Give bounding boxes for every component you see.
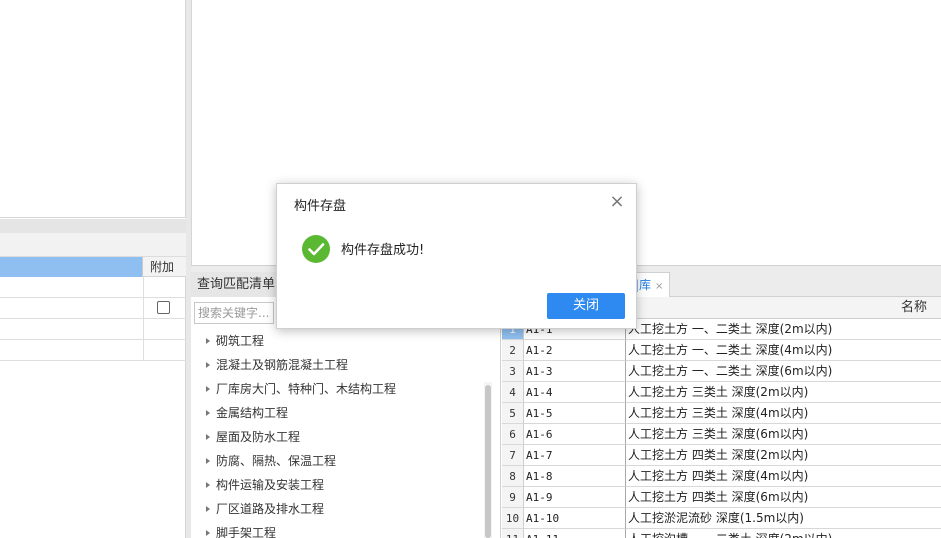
table-row[interactable]: 8 A1-8 人工挖土方 四类土 深度(4m以内) xyxy=(502,466,941,487)
tree-item-label: 防腐、隔热、保温工程 xyxy=(216,454,337,468)
table-row[interactable]: 11A1-11人工挖沟槽 一、二类土 深度(2m以内) xyxy=(502,529,941,538)
caret-right-icon[interactable] xyxy=(206,338,210,344)
left-grid-row[interactable] xyxy=(0,319,186,340)
tree-item[interactable]: 屋面及防水工程 xyxy=(206,427,300,447)
quota-name[interactable]: 人工挖土方 一、二类土 深度(6m以内) xyxy=(626,361,941,382)
tree-scrollbar-thumb[interactable] xyxy=(485,385,491,538)
caret-right-icon[interactable] xyxy=(206,434,210,440)
quota-code[interactable]: A1-6 xyxy=(524,424,626,445)
row-number[interactable]: 7 xyxy=(502,445,524,466)
tree-item-label: 厂区道路及排水工程 xyxy=(216,502,325,516)
quota-name[interactable]: 人工挖淤泥流砂 深度(1.5m以内) xyxy=(626,508,941,529)
dialog-title: 构件存盘 xyxy=(294,199,347,214)
quota-name[interactable]: 人工挖土方 三类土 深度(2m以内) xyxy=(626,382,941,403)
left-grid-row-separator xyxy=(143,277,144,298)
quota-name[interactable]: 人工挖沟槽 一、二类土 深度(2m以内) xyxy=(626,529,941,538)
quota-name[interactable]: 人工挖土方 三类土 深度(4m以内) xyxy=(626,403,941,424)
caret-right-icon[interactable] xyxy=(206,362,210,368)
left-grid-row-separator xyxy=(143,298,144,319)
caret-right-icon[interactable] xyxy=(206,410,210,416)
table-row[interactable]: 10 A1-10 人工挖淤泥流砂 深度(1.5m以内) xyxy=(502,508,941,529)
checkmark-icon xyxy=(308,243,325,256)
quota-code[interactable]: A1-5 xyxy=(524,403,626,424)
table-row[interactable]: 7 A1-7 人工挖土方 四类土 深度(2m以内) xyxy=(502,445,941,466)
tree-item[interactable]: 金属结构工程 xyxy=(206,403,288,423)
table-row[interactable]: 5 A1-5 人工挖土方 三类土 深度(4m以内) xyxy=(502,403,941,424)
caret-right-icon[interactable] xyxy=(206,482,210,488)
close-icon[interactable]: × xyxy=(655,281,663,292)
left-toolbar xyxy=(0,233,186,257)
quota-code[interactable]: A1-9 xyxy=(524,487,626,508)
dialog-message: 构件存盘成功! xyxy=(341,243,425,258)
quota-code[interactable]: A1-10 xyxy=(524,508,626,529)
caret-right-icon[interactable] xyxy=(206,458,210,464)
caret-right-icon[interactable] xyxy=(206,506,210,512)
tree-item[interactable]: 厂区道路及排水工程 xyxy=(206,499,324,519)
caret-right-icon[interactable] xyxy=(206,530,210,536)
tree-item[interactable]: 构件运输及安装工程 xyxy=(206,475,324,495)
row-number[interactable]: 8 xyxy=(502,466,524,487)
quota-code[interactable]: A1-4 xyxy=(524,382,626,403)
save-component-dialog: 构件存盘 × 构件存盘成功! 关闭 xyxy=(276,183,637,329)
tree-item-label: 金属结构工程 xyxy=(216,406,289,420)
quota-code[interactable]: A1-8 xyxy=(524,466,626,487)
row-number[interactable]: 4 xyxy=(502,382,524,403)
left-grid-header-extra: 附加 xyxy=(143,257,186,277)
quota-code[interactable]: A1-3 xyxy=(524,361,626,382)
left-grid: 附加 xyxy=(0,257,186,538)
quota-name[interactable]: 人工挖土方 一、二类土 深度(2m以内) xyxy=(626,319,941,340)
row-number[interactable]: 2 xyxy=(502,340,524,361)
row-number[interactable]: 10 xyxy=(502,508,524,529)
query-panel: 搜索关键字... 砌筑工程 混凝土及钢筋混凝土工程 厂库房大门、特种门、木结构工… xyxy=(191,297,501,538)
quota-name[interactable]: 人工挖土方 一、二类土 深度(4m以内) xyxy=(626,340,941,361)
row-number[interactable]: 5 xyxy=(502,403,524,424)
left-top-panel xyxy=(0,0,186,218)
tree-item[interactable]: 砌筑工程 xyxy=(206,331,264,351)
quota-name[interactable]: 人工挖土方 四类土 深度(2m以内) xyxy=(626,445,941,466)
quota-code[interactable]: A1-11 xyxy=(524,529,626,538)
tree-item[interactable]: 脚手架工程 xyxy=(206,523,276,538)
left-panel-gap xyxy=(0,219,186,233)
quota-name[interactable]: 人工挖土方 四类土 深度(4m以内) xyxy=(626,466,941,487)
left-grid-row[interactable] xyxy=(0,277,186,298)
left-grid-header-selected-cell[interactable] xyxy=(0,257,143,277)
left-grid-row-separator xyxy=(143,319,144,340)
tree-item-label: 屋面及防水工程 xyxy=(216,430,301,444)
close-button[interactable]: 关闭 xyxy=(547,293,625,319)
left-grid-row[interactable] xyxy=(0,340,186,361)
quota-name[interactable]: 人工挖土方 三类土 深度(6m以内) xyxy=(626,424,941,445)
quota-code[interactable]: A1-7 xyxy=(524,445,626,466)
tree-item-label: 砌筑工程 xyxy=(216,334,265,348)
close-icon[interactable]: × xyxy=(607,193,627,213)
row-number[interactable]: 9 xyxy=(502,487,524,508)
tree-item-label: 构件运输及安装工程 xyxy=(216,478,325,492)
tree-item[interactable]: 防腐、隔热、保温工程 xyxy=(206,451,336,471)
extra-checkbox[interactable] xyxy=(157,301,170,314)
column-header-name[interactable]: 名称 xyxy=(901,297,927,319)
row-number[interactable]: 11 xyxy=(502,529,524,538)
row-number[interactable]: 6 xyxy=(502,424,524,445)
table-row[interactable]: 6 A1-6 人工挖土方 三类土 深度(6m以内) xyxy=(502,424,941,445)
tab-query-match-list[interactable]: 查询匹配清单 xyxy=(191,272,279,297)
table-row[interactable]: 9 A1-9 人工挖土方 四类土 深度(6m以内) xyxy=(502,487,941,508)
row-number[interactable]: 3 xyxy=(502,361,524,382)
tab-quota-library-label: |库 xyxy=(635,278,652,292)
search-input[interactable]: 搜索关键字... xyxy=(194,302,274,324)
left-grid-row[interactable] xyxy=(0,298,186,319)
left-grid-header: 附加 xyxy=(0,257,186,277)
table-row[interactable]: 3 A1-3 人工挖土方 一、二类土 深度(6m以内) xyxy=(502,361,941,382)
tree-item[interactable]: 厂库房大门、特种门、木结构工程 xyxy=(206,379,396,399)
quota-name[interactable]: 人工挖土方 四类土 深度(6m以内) xyxy=(626,487,941,508)
tree-item-label: 厂库房大门、特种门、木结构工程 xyxy=(216,382,397,396)
caret-right-icon[interactable] xyxy=(206,386,210,392)
tree-item-label: 脚手架工程 xyxy=(216,526,277,538)
quota-code[interactable]: A1-2 xyxy=(524,340,626,361)
left-grid-row-separator xyxy=(143,340,144,361)
quota-grid: 名称 1 A1-1 人工挖土方 一、二类土 深度(2m以内) 2 A1-2 人工挖土方 … xyxy=(502,297,941,538)
tree-item[interactable]: 混凝土及钢筋混凝土工程 xyxy=(206,355,348,375)
table-row[interactable]: 2 A1-2 人工挖土方 一、二类土 深度(4m以内) xyxy=(502,340,941,361)
table-row[interactable]: 4 A1-4 人工挖土方 三类土 深度(2m以内) xyxy=(502,382,941,403)
tree-item-label: 混凝土及钢筋混凝土工程 xyxy=(216,358,349,372)
success-check-icon xyxy=(302,235,330,263)
